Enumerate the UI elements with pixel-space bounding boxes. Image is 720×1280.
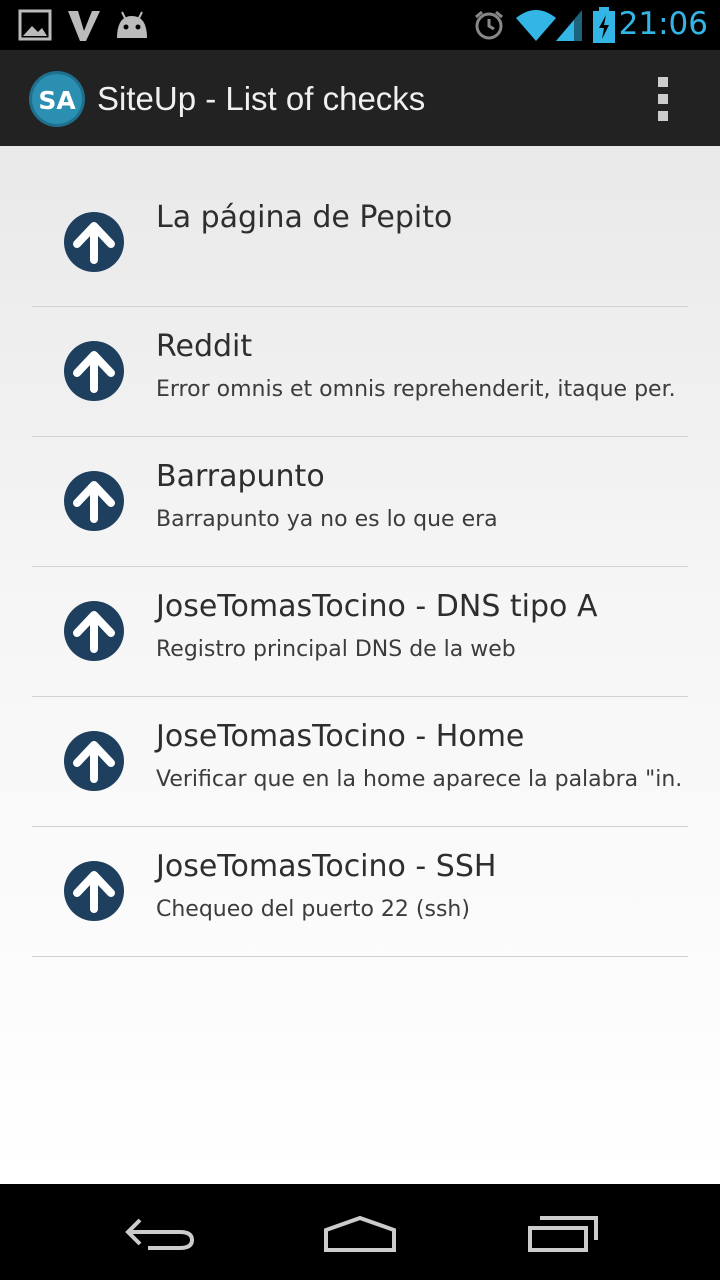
page-title: SiteUp - List of checks [97,80,426,117]
home-icon[interactable] [320,1208,400,1258]
vine-icon [68,11,100,41]
status-up-icon [64,341,124,401]
alarm-icon [475,10,503,40]
action-bar: SA SiteUp - List of checks [0,50,720,147]
check-description: Error omnis et omnis reprehenderit, itaq… [156,377,676,402]
battery-charging-icon [593,7,615,43]
check-description: Barrapunto ya no es lo que era [156,507,498,532]
check-item[interactable]: Reddit Error omnis et omnis reprehenderit… [32,307,688,437]
check-item[interactable]: JoseTomasTocino - Home Verificar que en l… [32,697,688,827]
check-item[interactable]: La página de Pepito [32,178,688,307]
check-title: Barrapunto [156,459,325,494]
check-list: La página de Pepito Reddit Error omnis et … [32,178,688,957]
check-description: Chequeo del puerto 22 (ssh) [156,897,470,922]
signal-icon [556,10,582,41]
back-icon[interactable] [120,1208,200,1258]
recents-icon[interactable] [522,1208,602,1258]
check-title: JoseTomasTocino - DNS tipo A [156,589,598,624]
status-up-icon [64,731,124,791]
system-nav-bar [0,1184,720,1280]
overflow-menu-icon[interactable] [650,77,676,121]
status-up-icon [64,471,124,531]
siteup-logo-icon: SA [29,71,85,127]
main-content: La página de Pepito Reddit Error omnis et … [0,146,720,1184]
status-up-icon [64,601,124,661]
status-time: 21:06 [618,6,708,42]
check-description: Registro principal DNS de la web [156,637,516,662]
check-title: Reddit [156,329,253,364]
status-up-icon [64,212,124,272]
check-title: La página de Pepito [156,200,453,235]
logo-text: SA [38,86,76,115]
check-title: JoseTomasTocino - Home [156,719,525,754]
wifi-icon [516,10,556,41]
check-item[interactable]: JoseTomasTocino - SSH Chequeo del puerto … [32,827,688,957]
status-up-icon [64,861,124,921]
android-icon [117,11,147,38]
check-item[interactable]: Barrapunto Barrapunto ya no es lo que era [32,437,688,567]
check-item[interactable]: JoseTomasTocino - DNS tipo A Registro pri… [32,567,688,697]
status-bar: 21:06 [0,0,720,50]
check-title: JoseTomasTocino - SSH [156,849,497,884]
gallery-icon [18,9,52,41]
check-description: Verificar que en la home aparece la pala… [156,767,683,792]
